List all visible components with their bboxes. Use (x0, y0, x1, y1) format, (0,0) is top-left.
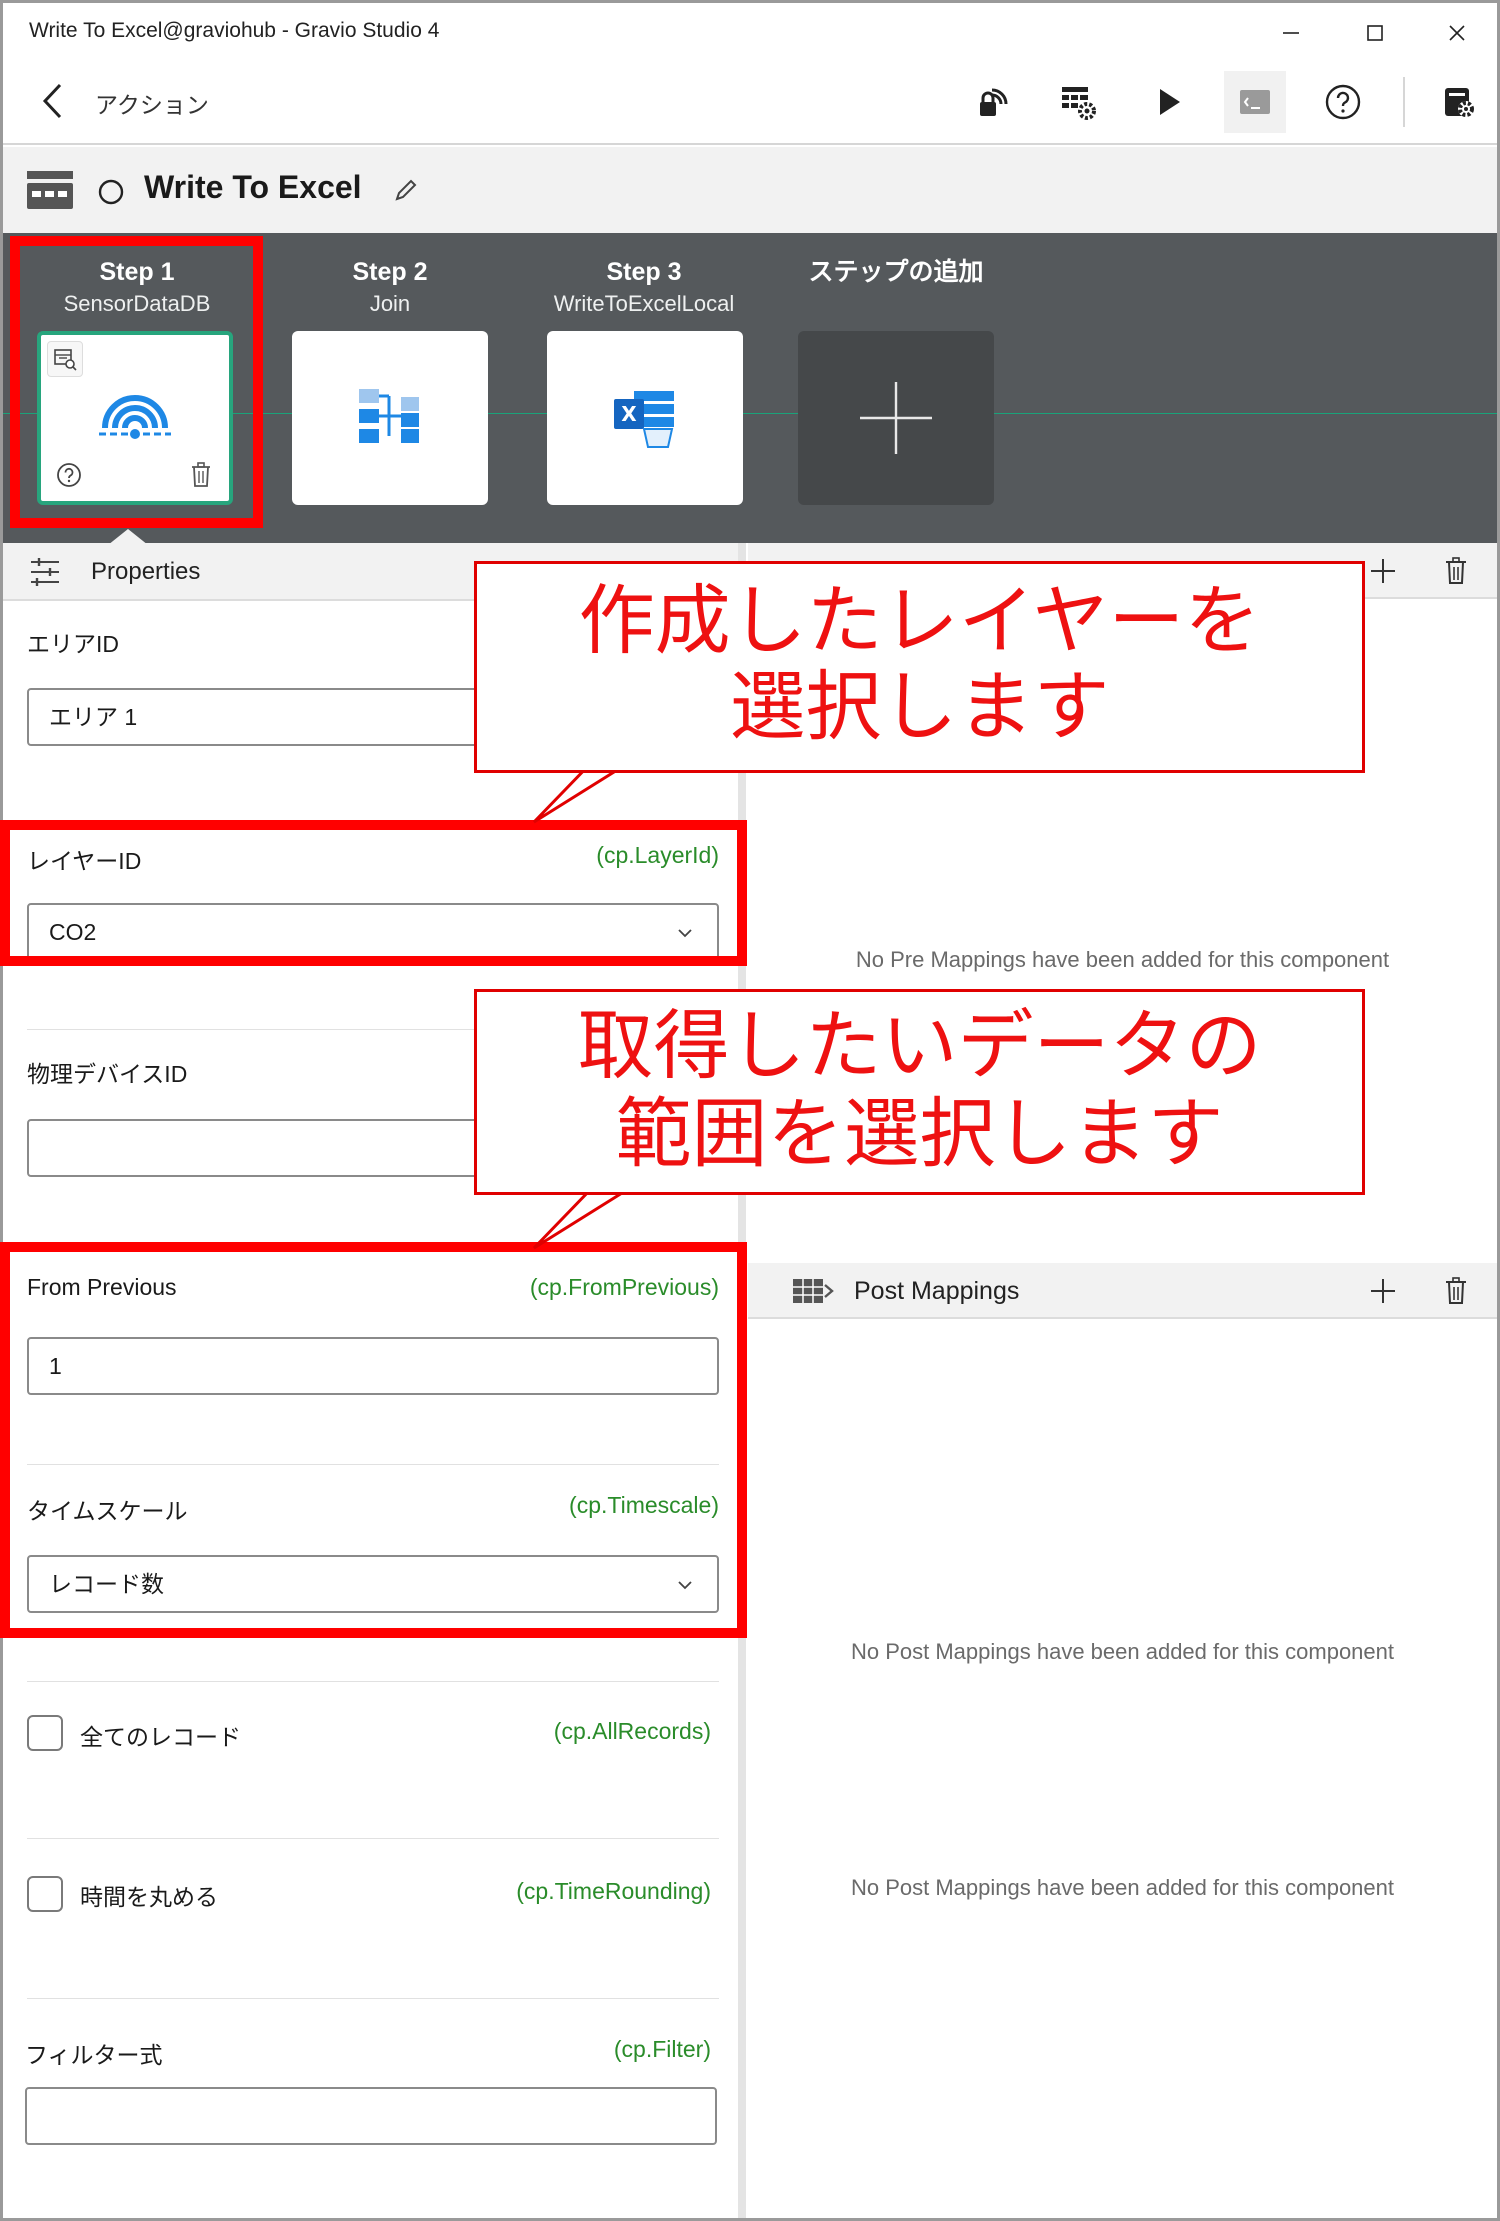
help-icon (1325, 84, 1361, 120)
sliders-icon (31, 558, 59, 586)
minimize-icon (1283, 32, 1299, 34)
add-step-card[interactable] (798, 331, 994, 505)
all-records-cp: (cp.AllRecords) (553, 1718, 711, 1744)
step-2-subtitle: Join (369, 291, 411, 316)
callout-2-line-1: 取得したいデータの (577, 1001, 1262, 1090)
trash-icon (1446, 557, 1466, 584)
filter-cp: (cp.Filter) (613, 2036, 711, 2062)
step-2-header: Step 2 Join (290, 255, 490, 319)
help-button[interactable] (1312, 71, 1374, 133)
time-rounding-label: 時間を丸める (80, 1884, 218, 1910)
delete-post-mapping-button[interactable] (1438, 1273, 1474, 1309)
maximize-button[interactable] (1345, 11, 1405, 55)
back-label: アクション (95, 92, 209, 118)
console-button[interactable] (1224, 71, 1286, 133)
add-step-title: ステップの追加 (808, 258, 984, 286)
step-2-title: Step 2 (352, 258, 428, 286)
all-records-label: 全てのレコード (80, 1724, 241, 1750)
pre-mappings-empty-text: No Pre Mappings have been added for this… (855, 947, 1390, 972)
add-pre-mapping-button[interactable] (1365, 553, 1401, 589)
delete-pre-mapping-button[interactable] (1438, 553, 1474, 589)
toolbar-divider (1403, 77, 1405, 127)
time-rounding-checkbox[interactable] (27, 1876, 63, 1912)
add-post-mapping-button[interactable] (1365, 1273, 1401, 1309)
action-header: Write To Excel (3, 147, 1497, 233)
title-bar: Write To Excel@graviohub - Gravio Studio… (3, 3, 1497, 59)
area-id-label: エリアID (27, 631, 119, 657)
server-gear-icon (1445, 88, 1474, 117)
step-3-title: Step 3 (606, 258, 682, 286)
device-id-label: 物理デバイスID (27, 1061, 188, 1087)
console-icon (1240, 90, 1270, 114)
close-button[interactable] (1427, 11, 1487, 55)
step-3-card[interactable]: X (547, 331, 743, 505)
minimize-button[interactable] (1261, 11, 1321, 55)
excel-icon: X (614, 391, 674, 448)
join-icon (359, 389, 419, 443)
window-title: Write To Excel@graviohub - Gravio Studio… (29, 19, 440, 42)
table-gear-icon (1062, 87, 1096, 120)
post-mappings-empty-text-2: No Post Mappings have been added for thi… (850, 1875, 1395, 1900)
time-rounding-cp: (cp.TimeRounding) (516, 1878, 711, 1904)
post-mappings-title: Post Mappings (854, 1277, 1020, 1305)
callout-2-line-2: 範囲を選択します (615, 1089, 1224, 1178)
app-bar: アクション (3, 59, 1497, 145)
area-id-value: エリア 1 (49, 704, 138, 730)
properties-title: Properties (91, 558, 201, 585)
post-mappings-header: Post Mappings (748, 1263, 1497, 1319)
step-2-card[interactable] (292, 331, 488, 505)
post-mappings-empty-text: No Post Mappings have been added for thi… (850, 1639, 1395, 1664)
plus-icon (1371, 559, 1395, 583)
lock-broadcast-button[interactable] (961, 71, 1023, 133)
server-settings-button[interactable] (1428, 71, 1490, 133)
field-divider (27, 1998, 719, 1999)
all-records-checkbox[interactable] (27, 1715, 63, 1751)
plus-icon (860, 382, 932, 454)
add-step-header: ステップの追加 (796, 255, 996, 289)
action-name: Write To Excel (144, 169, 362, 205)
filter-label: フィルター式 (25, 2042, 163, 2068)
mappings-panel: No Pre Mappings have been added for this… (748, 543, 1497, 2218)
play-icon (1160, 89, 1180, 115)
callout-1: 作成したレイヤーを 選択します (474, 561, 1365, 773)
action-component-icon (27, 171, 73, 209)
plus-icon (1371, 1279, 1395, 1303)
field-divider (27, 1681, 719, 1682)
close-icon (1449, 25, 1465, 41)
highlight-layer-id (0, 820, 747, 966)
highlight-range (0, 1242, 747, 1638)
status-circle-icon (98, 179, 124, 205)
step-3-subtitle: WriteToExcelLocal (553, 291, 735, 316)
action-settings-button[interactable] (1047, 71, 1109, 133)
trash-icon (1446, 1277, 1466, 1304)
edit-pencil-icon[interactable] (393, 177, 419, 203)
field-divider (27, 1838, 719, 1839)
maximize-icon (1367, 25, 1383, 41)
callout-1-line-2: 選択します (729, 662, 1110, 751)
chevron-left-icon (42, 83, 62, 119)
run-button[interactable] (1137, 71, 1199, 133)
back-button[interactable] (33, 79, 73, 123)
lock-broadcast-icon (980, 88, 1008, 116)
callout-2-tail (532, 1186, 636, 1250)
svg-text:X: X (621, 402, 637, 426)
filter-input[interactable] (25, 2087, 717, 2145)
step-3-header: Step 3 WriteToExcelLocal (544, 255, 744, 319)
post-mappings-icon (793, 1279, 834, 1303)
callout-2: 取得したいデータの 範囲を選択します (474, 989, 1365, 1195)
callout-1-line-1: 作成したレイヤーを (578, 576, 1261, 665)
highlight-step-1 (10, 236, 263, 528)
